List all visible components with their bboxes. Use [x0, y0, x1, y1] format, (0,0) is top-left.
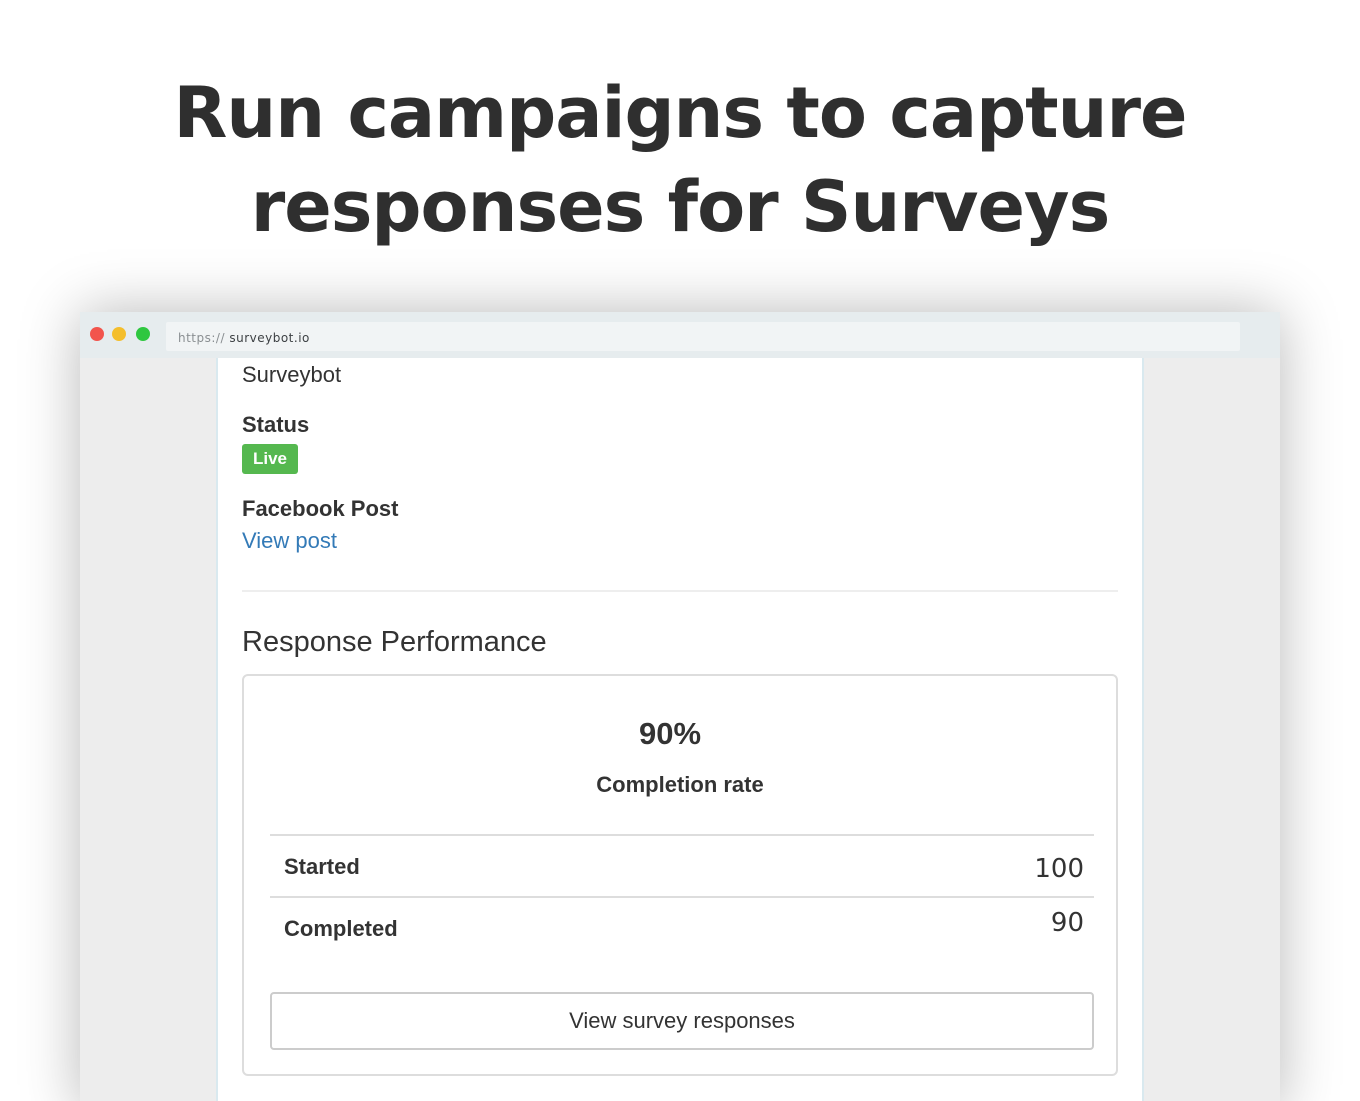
app-name: Surveybot [242, 362, 342, 387]
marketing-headline: Run campaigns to capture responses for S… [0, 66, 1360, 254]
stats-table: Started 100 Completed 90 [270, 834, 1094, 956]
stat-value-started: 100 [1034, 854, 1084, 884]
url-scheme: https:// [178, 331, 226, 345]
stat-value-completed: 90 [1050, 908, 1084, 938]
browser-titlebar: https:// surveybot.io [80, 312, 1280, 358]
performance-card: 90% Completion rate Started 100 Complete… [242, 674, 1118, 1076]
minimize-window-icon[interactable] [112, 327, 126, 341]
response-performance-title: Response Performance [242, 626, 547, 658]
table-row: Started 100 [270, 834, 1094, 896]
maximize-window-icon[interactable] [136, 327, 150, 341]
campaign-details-panel: Surveybot Status Live Facebook Post View… [216, 358, 1144, 1101]
close-window-icon[interactable] [90, 327, 104, 341]
headline-line-1: Run campaigns to capture [173, 72, 1188, 154]
facebook-post-label: Facebook Post [242, 496, 399, 521]
view-survey-responses-button[interactable]: View survey responses [270, 992, 1094, 1050]
section-divider [242, 590, 1118, 592]
browser-window: https:// surveybot.io Surveybot Status L… [80, 312, 1280, 1101]
url-host: surveybot.io [229, 331, 310, 345]
completion-rate-value: 90% [638, 716, 702, 751]
stat-name-started: Started [284, 854, 360, 879]
headline-line-2: responses for Surveys [250, 166, 1110, 248]
table-row: Completed 90 [270, 896, 1094, 956]
stat-name-completed: Completed [284, 916, 398, 941]
completion-rate-label: Completion rate [596, 772, 764, 797]
address-bar[interactable]: https:// surveybot.io [166, 322, 1240, 351]
view-post-link[interactable]: View post [242, 528, 337, 554]
status-label: Status [242, 412, 310, 437]
status-badge: Live [242, 444, 298, 474]
